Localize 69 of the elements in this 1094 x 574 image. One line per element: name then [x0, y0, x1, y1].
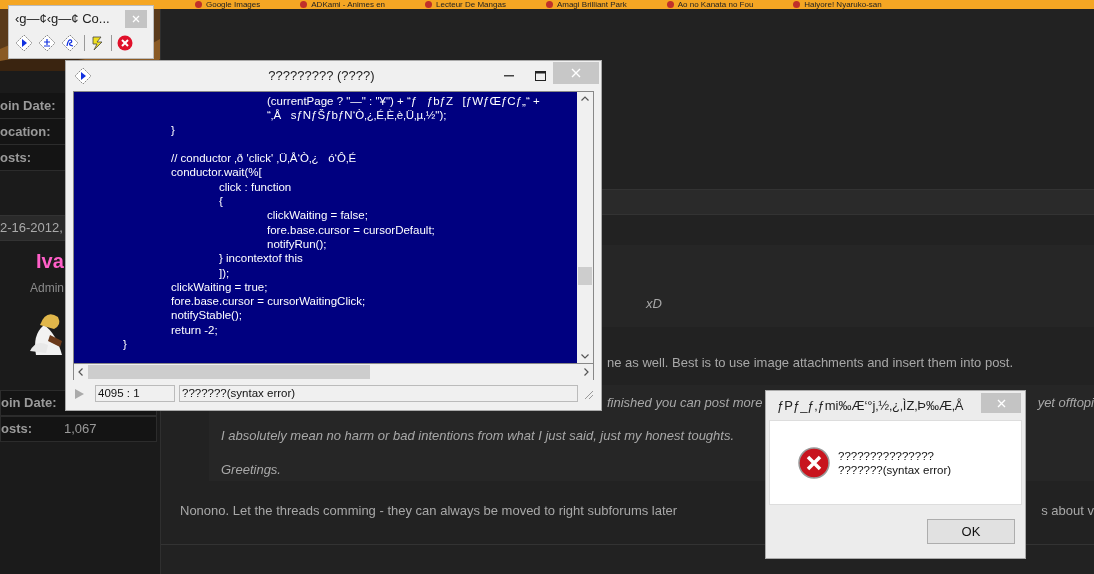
code-line: conductor.wait(%[: [170, 165, 263, 180]
window-title: ‹g—¢‹g—¢ Co...: [15, 10, 110, 29]
code-line: “‚Å sƒNƒŠƒbƒN‘Ò‚¿‚É‚È‚è‚Ü‚µ‚½");: [266, 108, 448, 123]
profile-label: ocation:: [0, 122, 51, 141]
code-line: click : function: [218, 179, 293, 195]
scroll-right-icon: [584, 368, 589, 376]
code-line: {: [218, 194, 224, 209]
code-editor[interactable]: [74, 92, 577, 363]
code-line: // conductor ‚ð 'click' ‚Ü‚Å‘Ò‚¿ ó‘Ô‚É: [170, 151, 358, 166]
bookmark-link[interactable]: Amagi Brilliant Park: [545, 0, 627, 9]
code-line: clickWaiting = false;: [266, 208, 369, 223]
error-message: ???????????????: [838, 448, 935, 463]
bookmark-link[interactable]: ADKami - Animes en: [300, 0, 386, 9]
ok-button[interactable]: OK: [927, 519, 1015, 544]
step-icon[interactable]: [38, 34, 56, 52]
scroll-left-icon: [78, 368, 83, 376]
profile-label: oin Date:: [1, 394, 58, 413]
bookmark-link[interactable]: Ao no Kanata no Fou: [666, 0, 754, 9]
scroll-up-icon: [581, 96, 589, 101]
play-icon: [73, 387, 85, 400]
post-text: s about v: [1041, 501, 1094, 520]
close-icon: [571, 68, 581, 78]
profile-value: 1,067: [64, 420, 97, 439]
code-line: return -2;: [170, 322, 219, 338]
profile-label: osts:: [1, 420, 34, 439]
error-icon: [798, 446, 830, 479]
error-message: ???????(syntax error): [838, 462, 952, 477]
status-message: ???????(syntax error): [179, 385, 578, 402]
bookmark-link[interactable]: Haiyore! Nyaruko-san: [793, 0, 882, 9]
cursor-position: 4095 : 1: [95, 385, 175, 402]
profile-label: osts:: [0, 148, 32, 167]
quote-text: xD: [646, 294, 662, 313]
stop-icon[interactable]: [117, 35, 133, 51]
bookmark-link[interactable]: Lecteur De Mangas: [425, 0, 506, 9]
close-icon: [132, 15, 140, 23]
code-line: notifyStable();: [170, 308, 243, 323]
profile-label: oin Date:: [0, 96, 56, 115]
quote-text: finished you can post more: [607, 393, 763, 412]
play-icon[interactable]: [15, 34, 33, 52]
quote-text: Greetings.: [221, 460, 281, 479]
quote-text: I absolutely mean no harm or bad intentions from what I just said, just my honest toughts.: [221, 427, 735, 445]
code-line: fore.base.cursor = cursorWaitingClick;: [170, 294, 367, 309]
close-button[interactable]: [125, 10, 147, 28]
code-line: }: [122, 337, 128, 352]
scroll-thumb[interactable]: [88, 365, 370, 379]
user-title: Admin: [30, 280, 64, 297]
code-line: ]);: [218, 265, 231, 280]
step-icon[interactable]: [61, 34, 79, 52]
code-line: fore.base.cursor = cursorDefault;: [266, 222, 436, 237]
code-line: clickWaiting = true;: [170, 279, 269, 295]
scroll-thumb[interactable]: [578, 267, 592, 285]
post-date: 2-16-2012,: [0, 219, 63, 238]
horizontal-scrollbar[interactable]: [73, 364, 594, 380]
code-line: (currentPage ? "—" : "¥") + “ƒ ƒbƒZ [ƒWƒŒƒCƒ„“ +: [266, 94, 541, 109]
username: Iva: [36, 249, 64, 273]
window-title: ????????? (????): [267, 67, 376, 86]
minimize-icon: [504, 75, 514, 77]
post-text: Nonono. Let the threads comming - they can always be moved to right subforums later: [180, 501, 678, 520]
code-line: notifyRun();: [266, 236, 328, 252]
code-line: } incontextof this: [218, 251, 304, 266]
close-icon: [996, 398, 1006, 408]
play-icon[interactable]: [74, 67, 92, 85]
code-line: }: [170, 122, 176, 137]
bookmark-link[interactable]: Google Images: [195, 0, 261, 9]
dialog-title: ƒPƒ_ƒ‚ƒmi‰Æ‘°j‚½‚¿‚ÌZ‚Þ‰Æ‚Å: [777, 396, 964, 415]
scroll-down-icon: [581, 354, 589, 359]
maximize-icon: [534, 71, 546, 81]
quote-text: yet offtopi: [1037, 393, 1094, 412]
post-text: ne as well. Best is to use image attachments and insert them into post.: [607, 354, 1014, 372]
